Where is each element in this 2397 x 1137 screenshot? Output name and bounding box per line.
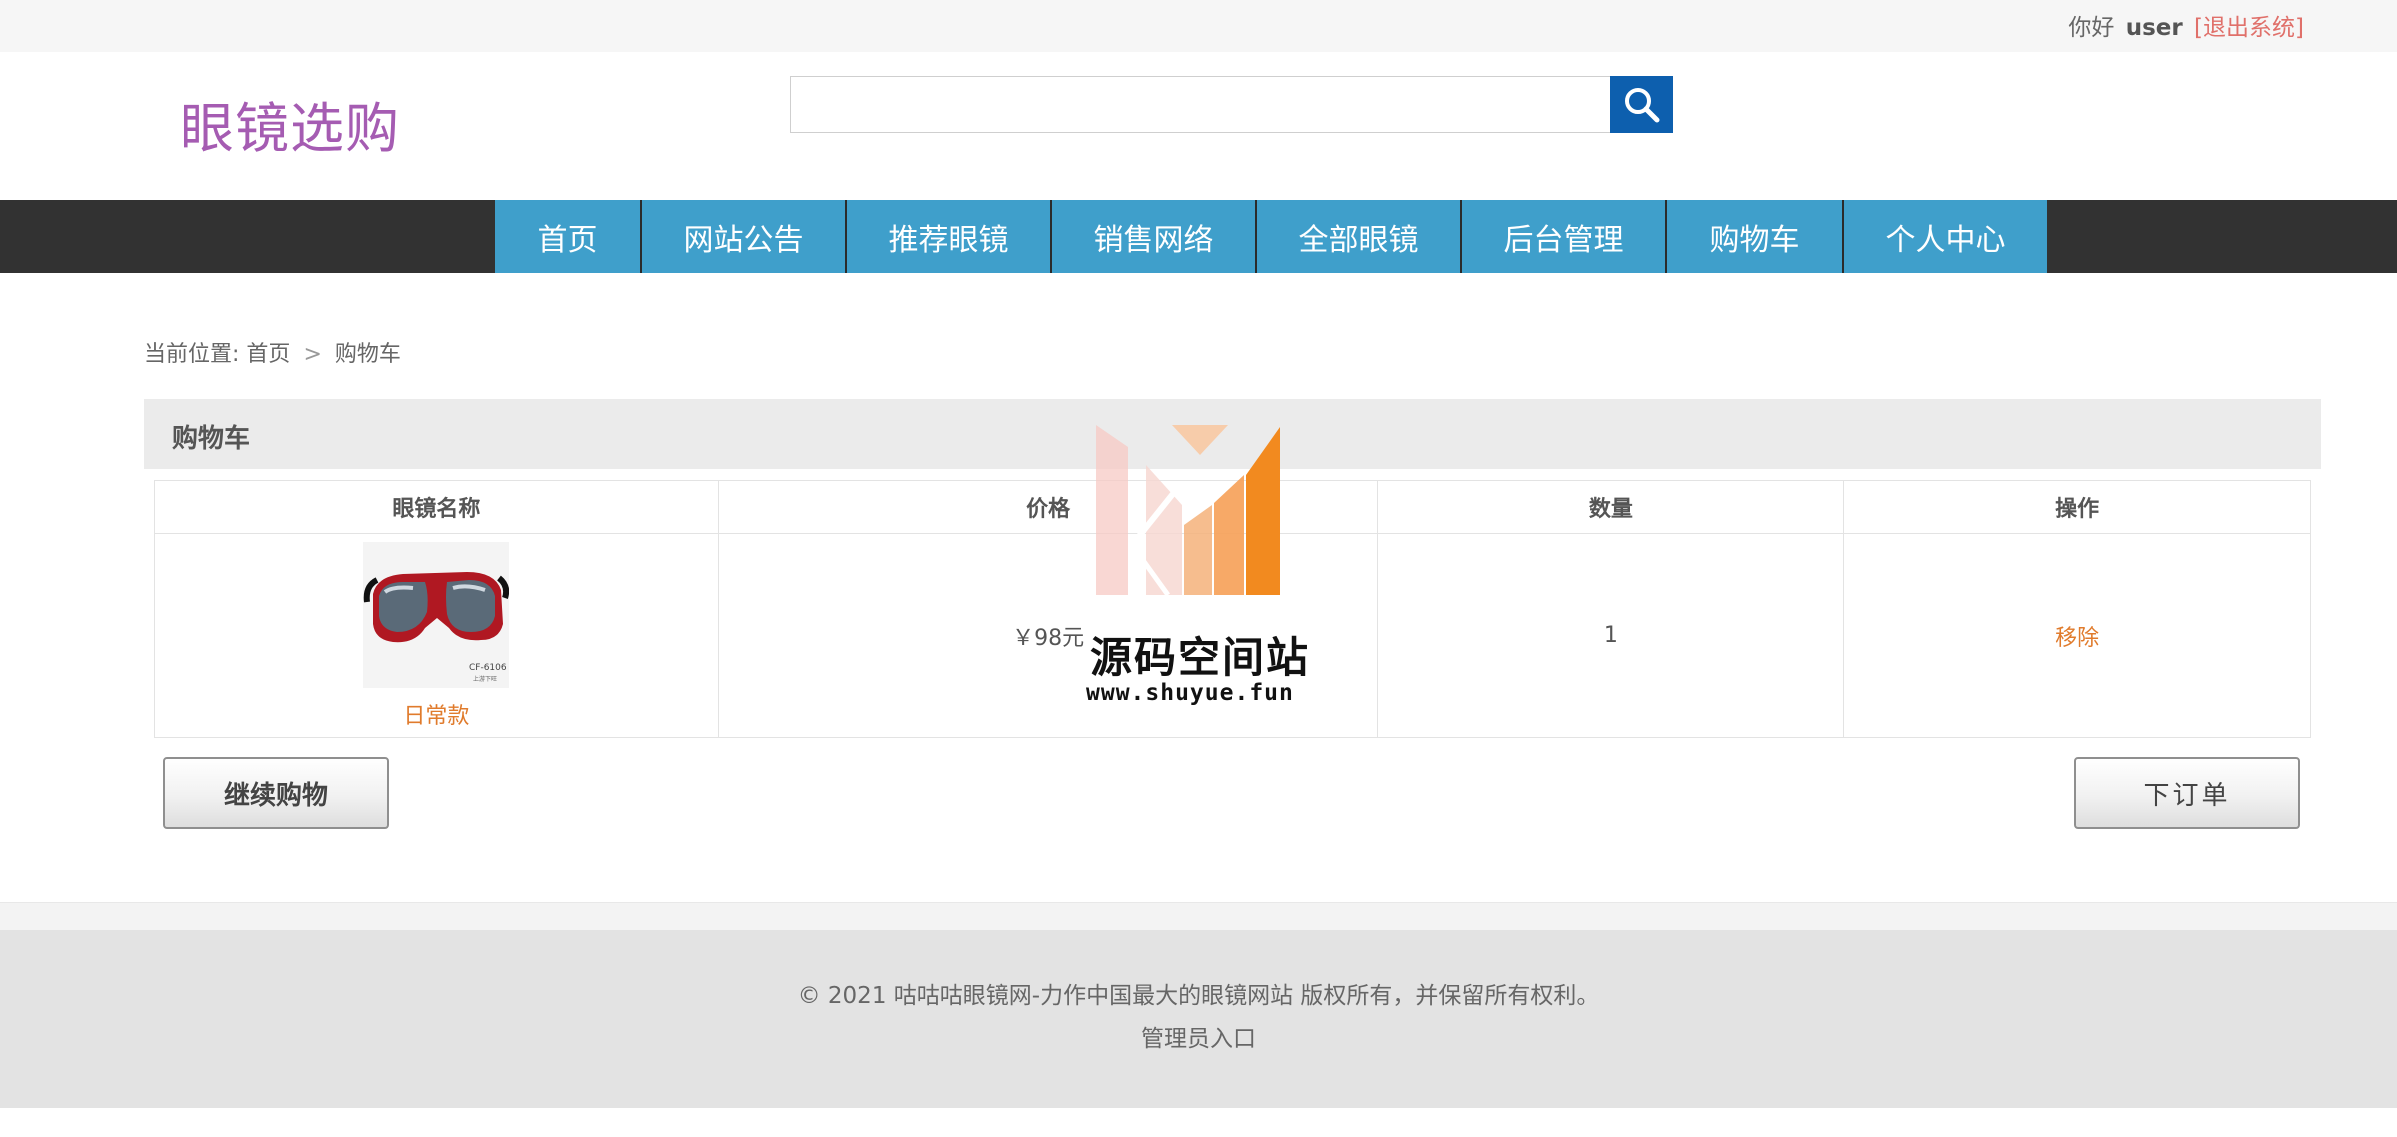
search-icon — [1624, 87, 1659, 122]
admin-entry-link[interactable]: 管理员入口 — [0, 1019, 2397, 1053]
nav-item-all-glasses[interactable]: 全部眼镜 — [1257, 200, 1462, 273]
nav-item-profile[interactable]: 个人中心 — [1844, 200, 2047, 273]
product-image[interactable]: CF-6106 上游下旺 — [363, 541, 510, 688]
watermark-url: www.shuyue.fun — [1086, 680, 1294, 706]
svg-text:CF-6106: CF-6106 — [469, 663, 507, 673]
product-price: ￥98元 — [1012, 625, 1085, 651]
product-name-link[interactable]: 日常款 — [155, 698, 718, 730]
svg-text:上游下旺: 上游下旺 — [473, 675, 497, 683]
footer-copyright: © 2021 咕咕咕眼镜网-力作中国最大的眼镜网站 版权所有，并保留所有权利。 — [797, 983, 1600, 1009]
main-nav-bar: 首页 网站公告 推荐眼镜 销售网络 全部眼镜 后台管理 购物车 个人中心 — [0, 200, 2397, 273]
search-button[interactable] — [1610, 76, 1673, 133]
breadcrumb-current: 购物车 — [334, 342, 401, 367]
column-header-name: 眼镜名称 — [154, 480, 719, 534]
panel-title: 购物车 — [172, 424, 251, 454]
nav-item-admin[interactable]: 后台管理 — [1462, 200, 1667, 273]
breadcrumb-home[interactable]: 首页 — [246, 342, 290, 367]
site-logo[interactable]: 眼镜选购 — [180, 84, 400, 163]
watermark-text: 源码空间站 — [1090, 633, 1311, 682]
username: user — [2125, 15, 2183, 41]
product-quantity: 1 — [1603, 623, 1618, 648]
footer-divider — [0, 902, 2397, 930]
greeting-text: 你好 — [2068, 15, 2115, 41]
quantity-cell: 1 — [1377, 533, 1845, 738]
user-greeting: 你好 user [退出系统] — [2068, 8, 2304, 42]
column-header-action: 操作 — [1843, 480, 2311, 534]
top-bar: 你好 user [退出系统] — [0, 0, 2397, 52]
breadcrumb-prefix: 当前位置: — [144, 342, 240, 367]
action-cell: 移除 — [1843, 533, 2311, 738]
main-nav: 首页 网站公告 推荐眼镜 销售网络 全部眼镜 后台管理 购物车 个人中心 — [495, 200, 2047, 273]
footer: © 2021 咕咕咕眼镜网-力作中国最大的眼镜网站 版权所有，并保留所有权利。 … — [0, 930, 2397, 1108]
breadcrumb: 当前位置: 首页 > 购物车 — [144, 336, 401, 368]
nav-item-home[interactable]: 首页 — [495, 200, 642, 273]
column-header-quantity: 数量 — [1377, 480, 1845, 534]
goggles-icon: CF-6106 上游下旺 — [363, 541, 510, 688]
logout-link[interactable]: [退出系统] — [2194, 15, 2304, 41]
continue-shopping-button[interactable]: 继续购物 — [163, 757, 389, 829]
place-order-button[interactable]: 下订单 — [2074, 757, 2300, 829]
nav-item-sales-network[interactable]: 销售网络 — [1052, 200, 1257, 273]
nav-item-announcements[interactable]: 网站公告 — [642, 200, 847, 273]
remove-item-link[interactable]: 移除 — [2055, 626, 2099, 651]
search-input[interactable] — [790, 76, 1611, 133]
breadcrumb-separator: > — [303, 342, 322, 367]
nav-item-recommended[interactable]: 推荐眼镜 — [847, 200, 1052, 273]
product-cell: CF-6106 上游下旺 日常款 — [154, 533, 719, 738]
nav-item-cart[interactable]: 购物车 — [1667, 200, 1844, 273]
